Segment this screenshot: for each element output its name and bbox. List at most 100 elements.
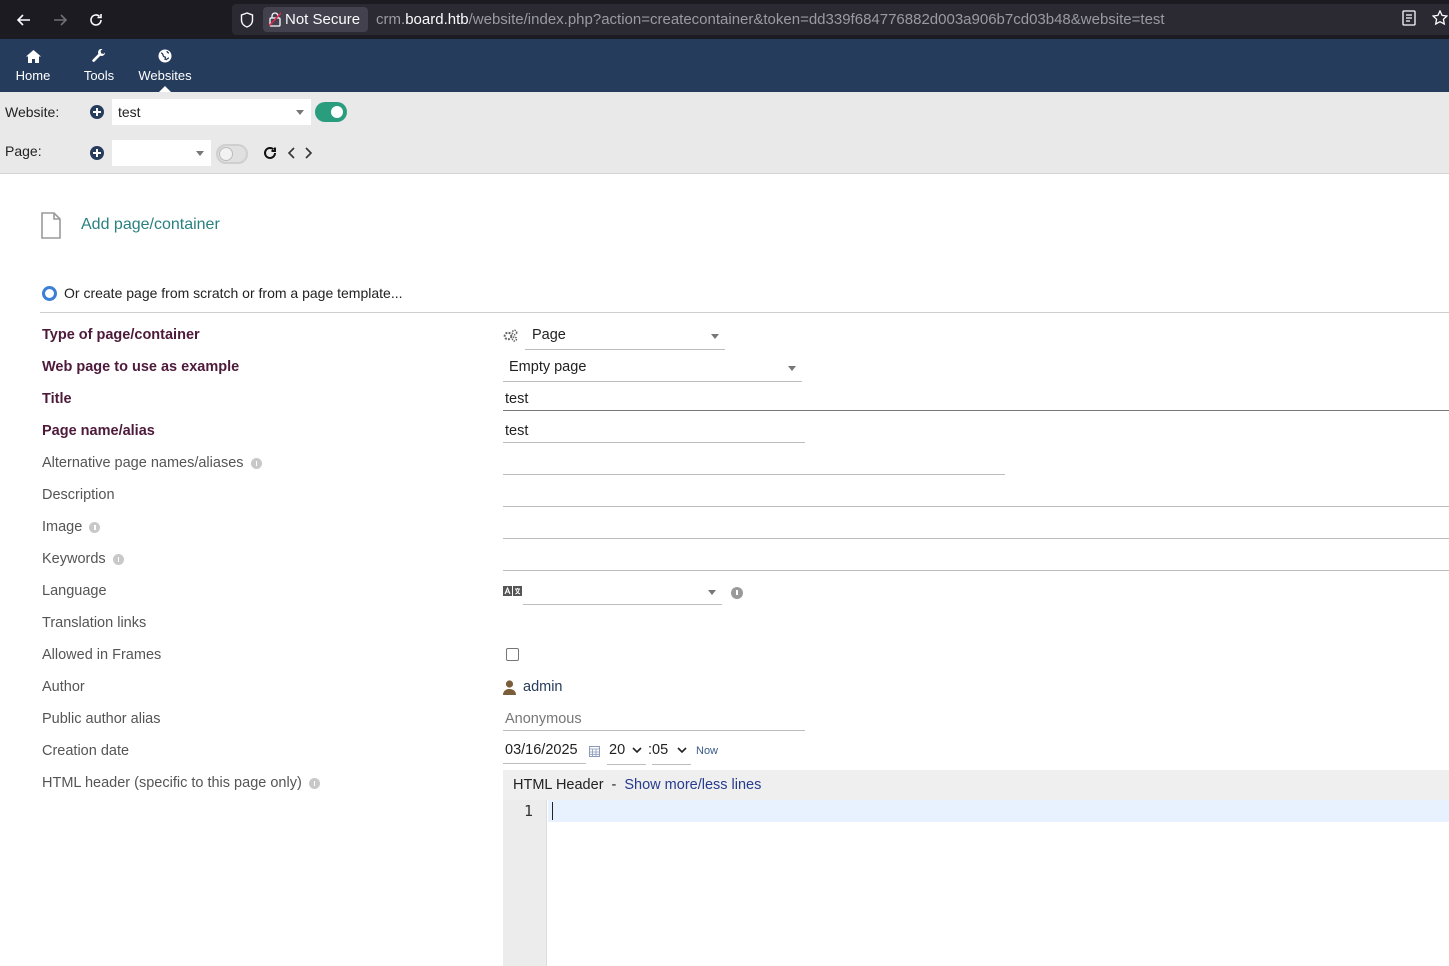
creation-minute-select[interactable]: :05	[648, 742, 668, 758]
public-alias-input[interactable]: Anonymous	[505, 711, 582, 727]
info-icon[interactable]	[89, 521, 101, 533]
not-secure-label: Not Secure	[285, 11, 361, 28]
website-select-value: test	[118, 104, 141, 120]
title-input[interactable]: test	[505, 391, 528, 407]
top-menu: Home Tools Websites	[0, 39, 1449, 92]
description-label: Description	[42, 487, 115, 503]
url-host-prefix: crm.	[376, 11, 406, 28]
altnames-label: Alternative page names/aliases	[42, 455, 262, 471]
broken-lock-icon	[269, 12, 281, 27]
url-text[interactable]: crm.board.htb/website/index.php?action=c…	[376, 11, 1165, 28]
author-link[interactable]: admin	[523, 679, 563, 695]
info-icon[interactable]	[250, 457, 262, 469]
chevron-down-icon[interactable]	[677, 747, 687, 754]
image-label: Image	[42, 519, 101, 535]
menu-home-label: Home	[15, 68, 51, 83]
show-more-less-lines-link[interactable]: Show more/less lines	[624, 777, 761, 793]
language-select[interactable]	[523, 604, 722, 605]
editor-header-title: HTML Header	[513, 777, 604, 793]
add-website-icon[interactable]	[90, 105, 104, 119]
url-bar-actions	[1402, 10, 1448, 26]
example-select-underline	[503, 381, 802, 382]
keywords-input[interactable]	[503, 570, 1449, 571]
website-status-toggle[interactable]	[315, 102, 347, 122]
menu-tools[interactable]: Tools	[66, 39, 132, 92]
page-title: Add page/container	[81, 216, 220, 233]
editor-line-number: 1	[523, 802, 533, 820]
cogs-icon	[503, 329, 518, 342]
altnames-input[interactable]	[503, 474, 1005, 475]
menu-home[interactable]: Home	[0, 39, 66, 92]
translation-label: Translation links	[42, 615, 147, 631]
type-label: Type of page/container	[42, 327, 200, 343]
chevron-right-icon[interactable]	[303, 147, 313, 159]
image-label-text: Image	[42, 519, 83, 535]
arrow-left-icon	[16, 13, 30, 26]
reload-icon	[90, 13, 102, 26]
arrow-right-icon	[54, 13, 68, 26]
keywords-label-text: Keywords	[42, 551, 106, 567]
language-icon	[503, 586, 522, 596]
create-from-scratch-label: Or create page from scratch or from a pa…	[64, 285, 403, 301]
url-bar[interactable]: Not Secure crm.board.htb/website/index.p…	[232, 4, 1449, 35]
description-input[interactable]	[503, 506, 1449, 507]
chevron-down-icon[interactable]	[788, 366, 796, 371]
creation-hour-select[interactable]: 20	[609, 742, 625, 758]
refresh-icon[interactable]	[263, 146, 277, 160]
info-icon[interactable]	[308, 777, 320, 789]
create-from-scratch-option[interactable]: Or create page from scratch or from a pa…	[42, 285, 402, 301]
example-select-value[interactable]: Empty page	[509, 359, 586, 375]
reload-button[interactable]	[78, 5, 114, 35]
htmlheader-label: HTML header (specific to this page only)	[42, 775, 320, 791]
keywords-label: Keywords	[42, 551, 124, 567]
type-select-value[interactable]: Page	[532, 327, 566, 343]
page-select[interactable]	[112, 140, 211, 166]
chevron-down-icon[interactable]	[708, 590, 716, 595]
user-icon	[503, 680, 516, 695]
website-label: Website:	[5, 104, 60, 120]
add-page-icon[interactable]	[90, 146, 104, 160]
creation-date-input[interactable]: 03/16/2025	[505, 742, 578, 758]
chevron-down-icon	[196, 151, 204, 156]
htmlheader-label-text: HTML header (specific to this page only)	[42, 775, 302, 791]
chevron-down-icon[interactable]	[711, 334, 719, 339]
title-label: Title	[42, 391, 72, 407]
back-button[interactable]	[6, 5, 42, 35]
bookmark-star-icon[interactable]	[1432, 10, 1448, 26]
reader-view-icon[interactable]	[1402, 10, 1416, 26]
divider	[40, 312, 1449, 313]
public-alias-label: Public author alias	[42, 711, 161, 727]
forward-button[interactable]	[42, 5, 78, 35]
chevron-left-icon[interactable]	[287, 147, 297, 159]
browser-toolbar: Not Secure crm.board.htb/website/index.p…	[0, 0, 1449, 39]
url-path: /website/index.php?action=createcontaine…	[468, 11, 1165, 28]
pagename-input[interactable]: test	[505, 423, 528, 439]
title-input-underline	[503, 410, 1449, 411]
menu-tools-label: Tools	[83, 68, 115, 83]
info-icon[interactable]	[112, 553, 124, 565]
frames-label: Allowed in Frames	[42, 647, 162, 663]
public-alias-underline	[503, 730, 805, 731]
now-link[interactable]: Now	[696, 745, 718, 757]
editor-active-line[interactable]	[548, 800, 1449, 822]
allowed-in-frames-checkbox[interactable]	[506, 648, 519, 661]
info-icon[interactable]	[731, 587, 743, 599]
chevron-down-icon	[296, 110, 304, 115]
not-secure-badge[interactable]: Not Secure	[263, 7, 369, 32]
calendar-icon[interactable]	[589, 746, 600, 757]
menu-websites[interactable]: Websites	[132, 39, 198, 92]
editor-gutter	[503, 800, 547, 966]
pagename-input-underline	[503, 442, 805, 443]
create-from-scratch-radio[interactable]	[42, 285, 57, 301]
url-host: board.htb	[405, 11, 469, 28]
chevron-down-icon[interactable]	[632, 747, 642, 754]
type-select-underline	[525, 349, 725, 350]
image-input[interactable]	[503, 538, 1449, 539]
globe-icon	[158, 48, 172, 64]
page-status-toggle[interactable]	[216, 144, 248, 164]
creation-hour-underline	[607, 764, 646, 765]
wrench-icon	[92, 48, 106, 64]
shield-icon[interactable]	[232, 11, 262, 28]
website-select[interactable]: test	[112, 99, 311, 125]
editor-header: HTML Header - Show more/less lines	[503, 770, 1449, 800]
